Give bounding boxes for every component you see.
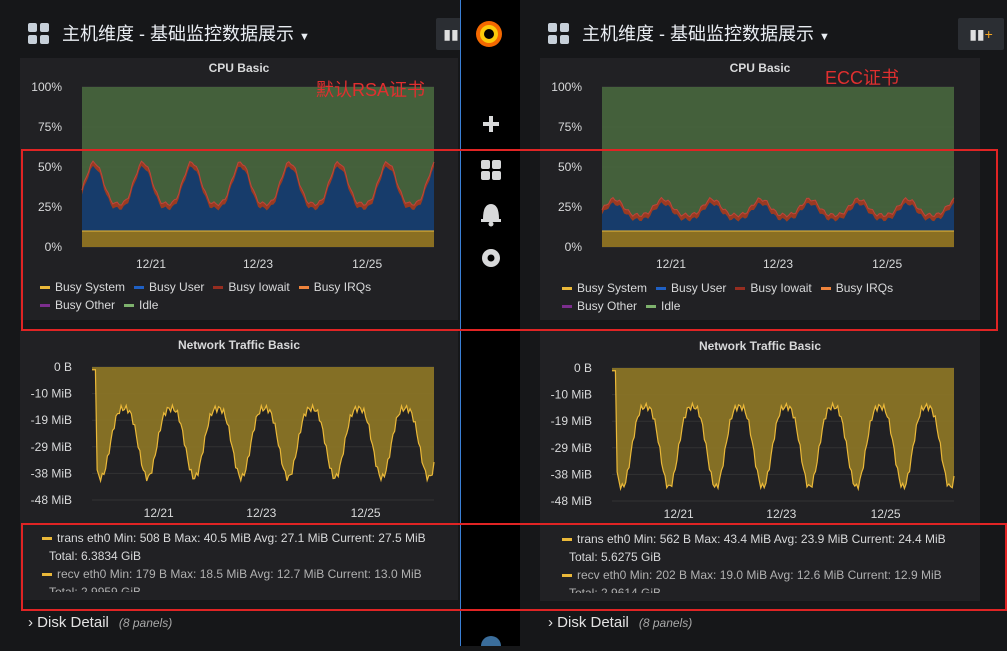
disk-panel-count: (8 panels) [118,616,173,630]
y-tick-label: -48 MiB [551,494,592,508]
highlight-network-comparison [21,523,1007,611]
highlight-cpu-comparison [21,149,998,331]
chevron-right-icon: › [28,614,33,631]
plus-icon [483,116,499,132]
dashboards-icon[interactable] [548,23,570,45]
x-tick-label: 12/21 [664,507,694,521]
disk-detail-row[interactable]: › Disk Detail (8 panels) [28,614,172,640]
caret-down-icon: ▼ [819,31,830,43]
disk-detail-row[interactable]: › Disk Detail (8 panels) [548,614,692,640]
y-tick-label: 100% [551,80,582,94]
y-tick-label: -38 MiB [31,466,72,480]
y-tick-label: -29 MiB [551,441,592,455]
y-tick-label: 0 B [574,361,592,375]
grafana-logo-icon [476,21,502,47]
dashboard-title[interactable]: 主机维度 - 基础监控数据展示 ▼ [582,20,830,46]
x-tick-label: 12/21 [144,506,174,520]
x-tick-label: 12/23 [246,506,276,520]
bar-chart-plus-icon: ▮▮+ [969,26,993,42]
y-tick-label: 0 B [54,360,72,374]
y-tick-label: -10 MiB [551,388,592,402]
network-chart: 0 B -10 MiB -19 MiB -29 MiB -38 MiB -48 MiB 12… [31,360,435,520]
caret-down-icon: ▼ [299,31,310,43]
dashboard-title[interactable]: 主机维度 - 基础监控数据展示 ▼ [62,20,310,46]
bar-chart-icon: ▮▮ [443,26,459,42]
add-panel-button[interactable]: ▮▮+ [958,18,1004,50]
y-tick-label: -48 MiB [31,493,72,507]
y-tick-label: -19 MiB [551,414,592,428]
disk-detail-label: Disk Detail [37,614,109,631]
y-tick-label: -10 MiB [31,387,72,401]
avatar [481,636,501,651]
y-tick-label: 100% [31,80,62,94]
x-tick-label: 12/25 [351,506,381,520]
dashboard-header: 主机维度 - 基础监控数据展示 ▼ ▮▮ [20,8,466,54]
y-tick-label: 75% [558,120,582,134]
chevron-right-icon: › [548,614,553,631]
disk-panel-count: (8 panels) [638,616,693,630]
network-chart: 0 B -10 MiB -19 MiB -29 MiB -38 MiB -48 MiB 12… [551,361,955,521]
disk-detail-label: Disk Detail [557,614,629,631]
y-tick-label: -29 MiB [31,440,72,454]
dashboard-header: 主机维度 - 基础监控数据展示 ▼ ▮▮+ [540,8,1007,54]
annotation-rsa: 默认RSA证书 [316,80,426,100]
x-tick-label: 12/23 [766,507,796,521]
dashboard-title-text: 主机维度 - 基础监控数据展示 [62,24,294,44]
x-tick-label: 12/25 [871,507,901,521]
y-tick-label: 75% [38,120,62,134]
y-tick-label: -38 MiB [551,467,592,481]
annotation-ecc: ECC证书 [825,68,900,88]
trans-area [92,367,434,481]
dashboards-icon[interactable] [28,23,50,45]
dashboard-title-text: 主机维度 - 基础监控数据展示 [582,24,814,44]
y-tick-label: -19 MiB [31,413,72,427]
